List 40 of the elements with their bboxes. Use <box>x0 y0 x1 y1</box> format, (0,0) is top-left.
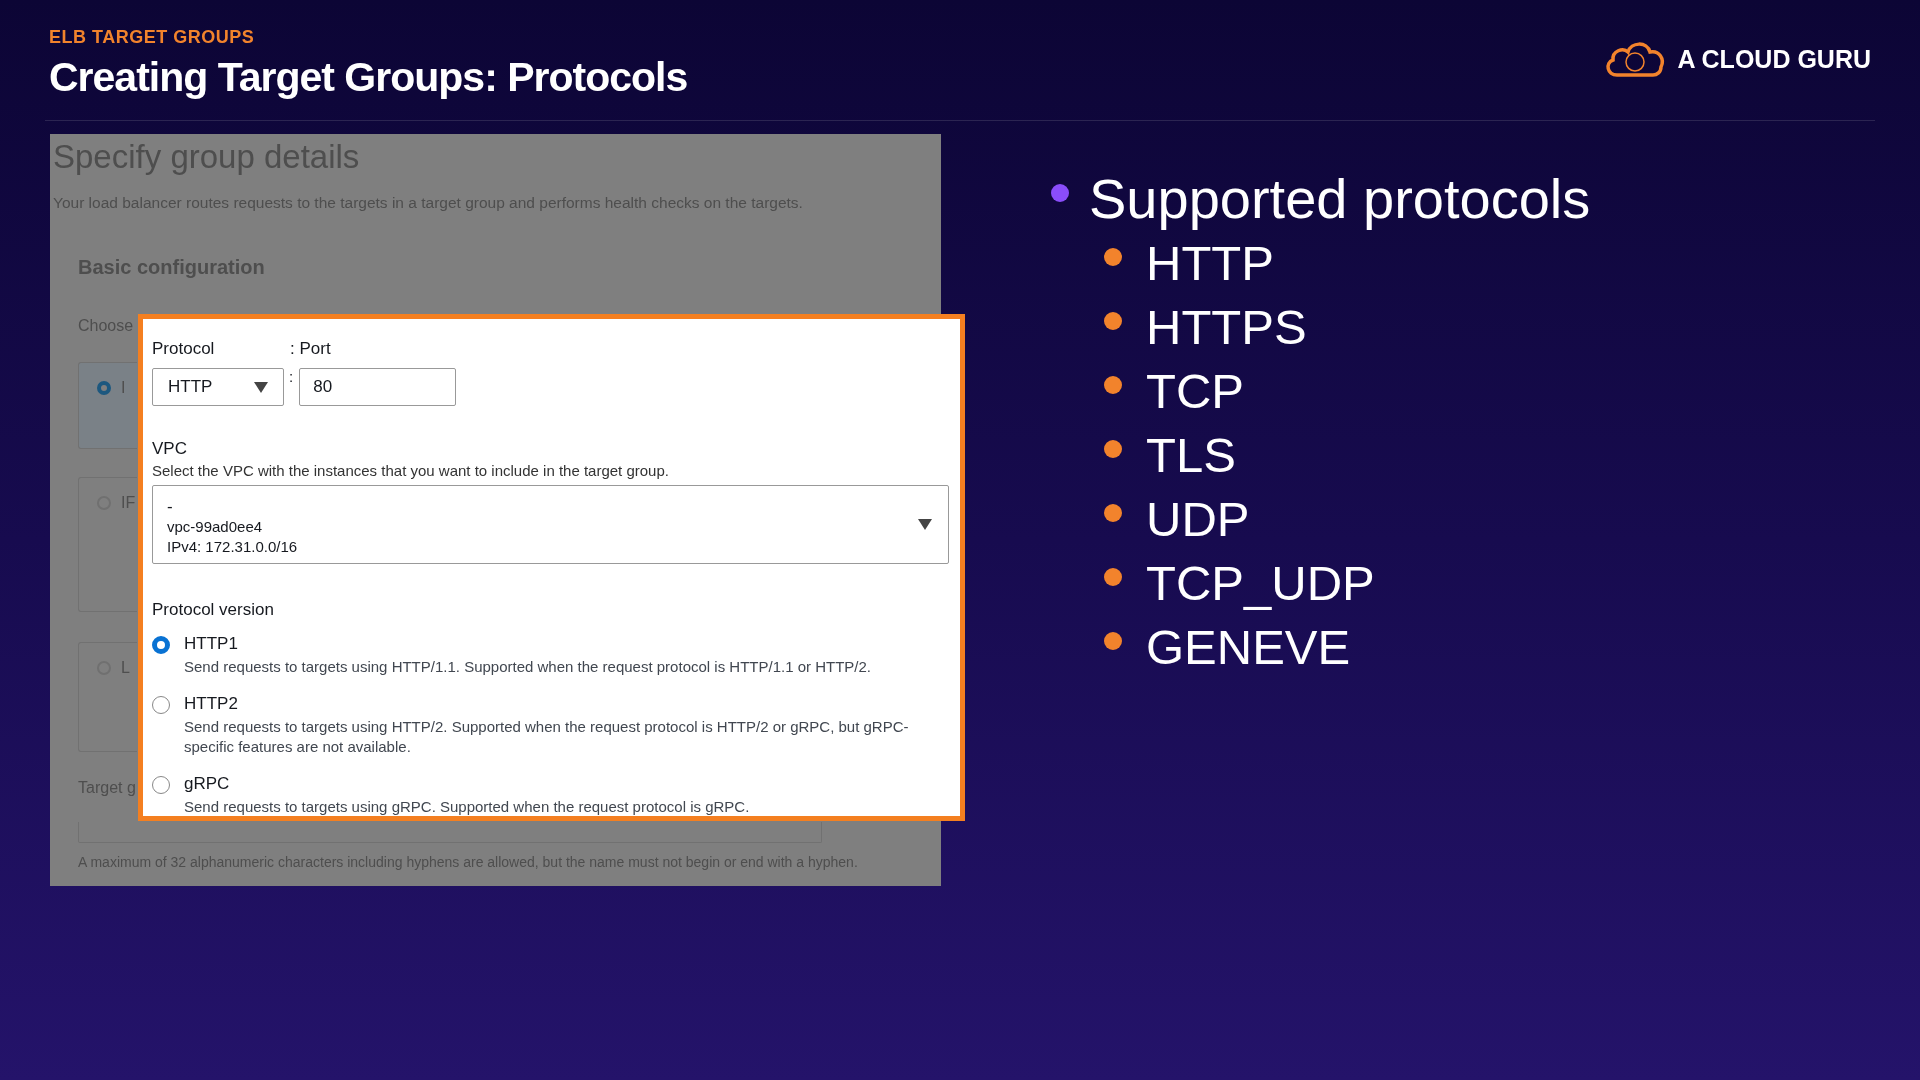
bullet-icon <box>1104 248 1122 266</box>
protocol-select[interactable]: HTTP <box>152 368 284 406</box>
bullet-icon <box>1104 632 1122 650</box>
bullet-text: Supported protocols <box>1089 166 1591 231</box>
field-label: Protocol <box>152 339 216 359</box>
separator-text: : <box>289 368 294 385</box>
option-description: Send requests to targets using HTTP/2. Supported when the request protocol is HTTP/2 or gRPC, but gRPC-specific features are not available. <box>184 717 910 757</box>
slide-kicker: ELB TARGET GROUPS <box>49 27 256 48</box>
bullet-icon <box>1104 376 1122 394</box>
bullet-text: TLS <box>1146 427 1236 483</box>
bullet-icon <box>1051 183 1069 202</box>
field-label: : Port <box>290 339 331 359</box>
caret-icon <box>918 519 932 530</box>
option-description: Send requests to targets using HTTP/1.1. Supported when the request protocol is HTTP/1.1 or HTTP/2. <box>184 657 871 677</box>
bullet-text: UDP <box>1146 491 1250 547</box>
bullet-text: TCP <box>1146 363 1244 419</box>
port-input[interactable]: 80 <box>299 368 457 406</box>
option-label: gRPC <box>184 774 231 794</box>
field-label: Protocol version <box>152 600 275 620</box>
bullet-icon <box>1104 504 1122 522</box>
radio-button[interactable] <box>97 381 111 395</box>
vpc-select[interactable]: - vpc-99ad0ee4 IPv4: 172.31.0.0/16 <box>152 485 949 564</box>
field-label: VPC <box>152 439 188 459</box>
bullet-text: HTTP <box>1146 235 1274 291</box>
bullet-text: HTTPS <box>1146 299 1307 355</box>
option-label: HTTP1 <box>184 634 239 654</box>
caret-icon <box>254 381 268 393</box>
bullet-icon <box>1104 440 1122 458</box>
field-hint: Select the VPC with the instances that you want to include in the target group. <box>152 462 670 479</box>
slide-title: Creating Target Groups: Protocols <box>49 54 688 101</box>
bullet-text: TCP_UDP <box>1146 555 1375 611</box>
bullet-icon <box>1104 312 1122 330</box>
bullet-text: GENEVE <box>1146 619 1351 675</box>
input-field[interactable] <box>78 822 822 843</box>
bullet-icon <box>1104 568 1122 586</box>
option-description: Send requests to targets using gRPC. Supported when the request protocol is gRPC. <box>184 797 750 817</box>
radio-button[interactable] <box>152 636 170 654</box>
brand-name: A CLOUD GURU <box>1677 44 1871 74</box>
option-label: HTTP2 <box>184 694 239 714</box>
option-label: I <box>121 379 126 397</box>
